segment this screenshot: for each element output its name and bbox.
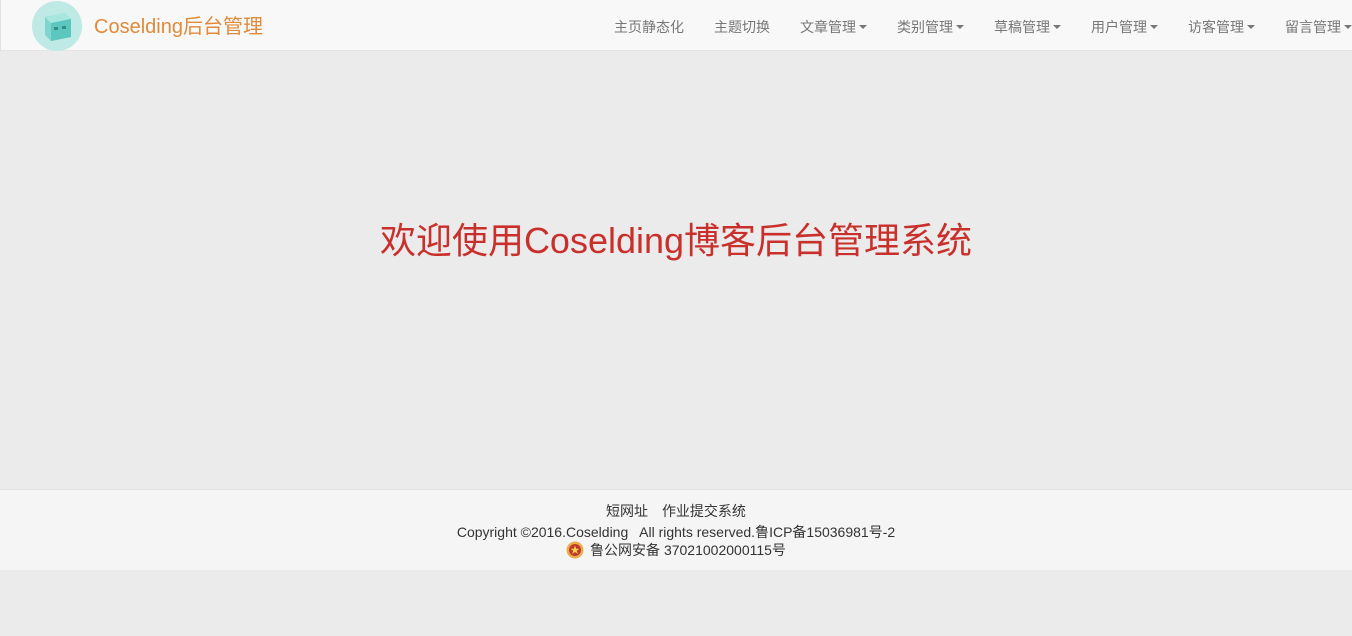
- top-navbar: Coselding后台管理 主页静态化 主题切换 文章管理 类别管理 草稿管理 …: [0, 0, 1352, 51]
- cube-avatar-icon[interactable]: [32, 1, 82, 51]
- nav-item-label: 用户管理: [1091, 18, 1147, 35]
- caret-down-icon: [1344, 24, 1352, 29]
- main-nav-menu: 主页静态化 主题切换 文章管理 类别管理 草稿管理 用户管理 访客管理 留言管理: [614, 0, 1352, 51]
- beian-text: 鲁公网安备 37021002000115号: [590, 542, 786, 558]
- nav-item-label: 主题切换: [714, 18, 770, 35]
- page-footer: 短网址 作业提交系统 Copyright ©2016.Coselding All…: [0, 489, 1352, 570]
- nav-item-label: 留言管理: [1285, 18, 1341, 35]
- nav-item-messages[interactable]: 留言管理: [1285, 0, 1352, 51]
- caret-down-icon: [1053, 24, 1061, 29]
- nav-item-categories[interactable]: 类别管理: [897, 0, 964, 51]
- nav-item-drafts[interactable]: 草稿管理: [994, 0, 1061, 51]
- footer-links: 短网址 作业提交系统: [0, 501, 1352, 521]
- nav-item-label: 主页静态化: [614, 18, 684, 35]
- nav-item-label: 文章管理: [800, 18, 856, 35]
- nav-item-articles[interactable]: 文章管理: [800, 0, 867, 51]
- police-badge-icon: [566, 541, 584, 559]
- copyright-text[interactable]: Copyright ©2016.Coselding All rights res…: [0, 522, 1352, 542]
- nav-item-homepage-static[interactable]: 主页静态化: [614, 0, 684, 51]
- beian-record[interactable]: 鲁公网安备 37021002000115号: [0, 540, 1352, 560]
- caret-down-icon: [1150, 24, 1158, 29]
- brand-title[interactable]: Coselding后台管理: [94, 10, 263, 39]
- footer-link-short-url[interactable]: 短网址: [606, 503, 648, 519]
- nav-item-visitors[interactable]: 访客管理: [1188, 0, 1255, 51]
- welcome-heading: 欢迎使用Coselding博客后台管理系统: [379, 220, 973, 261]
- caret-down-icon: [859, 24, 867, 29]
- caret-down-icon: [1247, 24, 1255, 29]
- nav-item-users[interactable]: 用户管理: [1091, 0, 1158, 51]
- nav-item-theme-switch[interactable]: 主题切换: [714, 0, 770, 51]
- footer-link-homework-system[interactable]: 作业提交系统: [662, 503, 746, 519]
- caret-down-icon: [956, 24, 964, 29]
- nav-item-label: 类别管理: [897, 18, 953, 35]
- nav-item-label: 访客管理: [1188, 18, 1244, 35]
- nav-item-label: 草稿管理: [994, 18, 1050, 35]
